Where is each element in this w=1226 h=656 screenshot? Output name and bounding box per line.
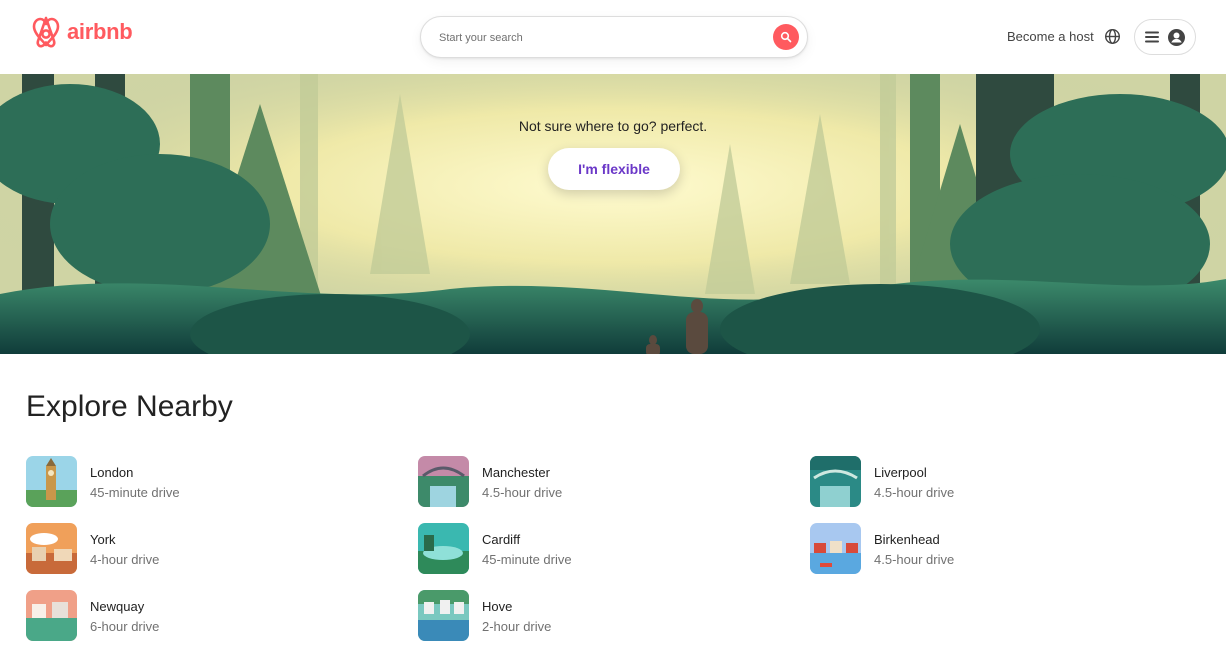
- destination-drive-time: 4.5-hour drive: [874, 552, 955, 567]
- destination-city: Manchester: [482, 465, 550, 480]
- destination-newquay[interactable]: Newquay 6-hour drive: [26, 590, 366, 642]
- destination-drive-time: 4-hour drive: [90, 552, 160, 567]
- destination-liverpool[interactable]: Liverpool 4.5-hour drive: [810, 456, 1150, 508]
- hero-tagline: Not sure where to go? perfect.: [518, 118, 708, 134]
- destination-manchester[interactable]: Manchester 4.5-hour drive: [418, 456, 758, 508]
- search-input[interactable]: [437, 17, 761, 59]
- manchester-thumbnail: [418, 456, 469, 507]
- birkenhead-thumbnail: [810, 523, 861, 574]
- liverpool-thumbnail: [810, 456, 861, 507]
- destination-birkenhead[interactable]: Birkenhead 4.5-hour drive: [810, 523, 1150, 575]
- destination-cardiff[interactable]: Cardiff 45-minute drive: [418, 523, 758, 575]
- destination-city: Birkenhead: [874, 532, 940, 547]
- hove-thumbnail: [418, 590, 469, 641]
- newquay-thumbnail: [26, 590, 77, 641]
- hero-banner: Not sure where to go? perfect. I'm flexi…: [0, 74, 1226, 354]
- forest-illustration: [0, 74, 1226, 354]
- destination-drive-time: 4.5-hour drive: [482, 485, 563, 500]
- destination-city: Hove: [482, 599, 513, 614]
- user-avatar-icon: [1168, 28, 1185, 46]
- become-host-link[interactable]: Become a host: [1007, 29, 1094, 44]
- logo-wordmark: airbnb: [67, 19, 133, 44]
- destination-drive-time: 2-hour drive: [482, 619, 552, 634]
- destination-city: York: [90, 532, 116, 547]
- york-thumbnail: [26, 523, 77, 574]
- destination-york[interactable]: York 4-hour drive: [26, 523, 366, 575]
- destination-london[interactable]: London 45-minute drive: [26, 456, 366, 508]
- search-button[interactable]: [773, 24, 799, 50]
- top-header: airbnb Become a host: [0, 0, 1226, 74]
- destination-drive-time: 4.5-hour drive: [874, 485, 955, 500]
- cardiff-thumbnail: [418, 523, 469, 574]
- destination-drive-time: 6-hour drive: [90, 619, 160, 634]
- airbnb-logo-icon: [32, 16, 60, 48]
- destination-city: Newquay: [90, 599, 145, 614]
- destination-drive-time: 45-minute drive: [482, 552, 572, 567]
- section-title: Explore Nearby: [26, 390, 233, 423]
- im-flexible-button[interactable]: I'm flexible: [548, 148, 680, 190]
- explore-nearby-grid: London 45-minute drive Manchester 4.5-ho…: [26, 456, 1206, 656]
- destination-hove[interactable]: Hove 2-hour drive: [418, 590, 758, 642]
- search-bar[interactable]: [420, 16, 808, 59]
- search-icon: [780, 31, 792, 43]
- globe-icon: [1104, 28, 1121, 45]
- destination-city: Cardiff: [482, 532, 521, 547]
- hamburger-menu-icon: [1145, 31, 1159, 43]
- airbnb-logo[interactable]: airbnb: [31, 15, 133, 49]
- language-button[interactable]: [1104, 28, 1121, 50]
- london-thumbnail: [26, 456, 77, 507]
- destination-drive-time: 45-minute drive: [90, 485, 180, 500]
- destination-city: London: [90, 465, 134, 480]
- destination-city: Liverpool: [874, 465, 927, 480]
- user-menu-button[interactable]: [1134, 19, 1196, 55]
